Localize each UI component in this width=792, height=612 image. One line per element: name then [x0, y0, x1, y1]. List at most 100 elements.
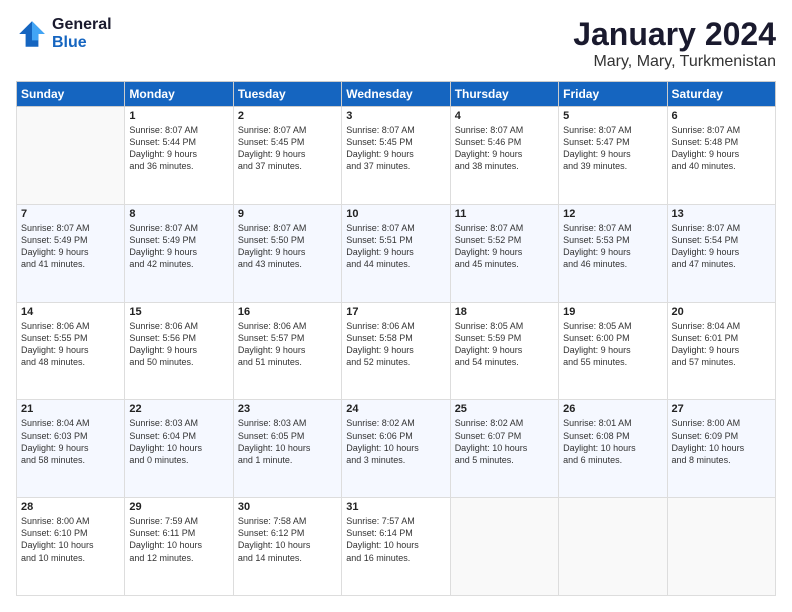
day-number: 31: [346, 501, 445, 513]
day-info: Sunrise: 7:59 AMSunset: 6:11 PMDaylight:…: [129, 515, 228, 564]
table-row: 21 Sunrise: 8:04 AMSunset: 6:03 PMDayligh…: [17, 400, 125, 498]
day-info: Sunrise: 8:06 AMSunset: 5:55 PMDaylight:…: [21, 320, 120, 369]
table-row: [667, 498, 775, 596]
table-row: 11 Sunrise: 8:07 AMSunset: 5:52 PMDayligh…: [450, 204, 558, 302]
day-number: 3: [346, 110, 445, 122]
table-row: 23Sunrise: 8:03 AMSunset: 6:05 PMDayligh…: [233, 400, 341, 498]
day-number: 9: [238, 208, 337, 220]
day-number: 7: [21, 208, 120, 220]
day-info: Sunrise: 8:02 AMSunset: 6:07 PMDaylight:…: [455, 417, 554, 466]
day-number: 22: [129, 403, 228, 415]
day-info: Sunrise: 8:06 AMSunset: 5:57 PMDaylight:…: [238, 320, 337, 369]
table-row: [17, 107, 125, 205]
col-monday: Monday: [125, 82, 233, 107]
table-row: 24Sunrise: 8:02 AMSunset: 6:06 PMDayligh…: [342, 400, 450, 498]
day-number: 19: [563, 306, 662, 318]
col-sunday: Sunday: [17, 82, 125, 107]
day-number: 20: [672, 306, 771, 318]
day-number: 1: [129, 110, 228, 122]
day-number: 13: [672, 208, 771, 220]
table-row: 14Sunrise: 8:06 AMSunset: 5:55 PMDayligh…: [17, 302, 125, 400]
day-info: Sunrise: 8:07 AMSunset: 5:48 PMDaylight:…: [672, 124, 771, 173]
day-info: Sunrise: 8:05 AMSunset: 6:00 PMDaylight:…: [563, 320, 662, 369]
day-info: Sunrise: 8:00 AMSunset: 6:09 PMDaylight:…: [672, 417, 771, 466]
calendar-week-row: 14Sunrise: 8:06 AMSunset: 5:55 PMDayligh…: [17, 302, 776, 400]
table-row: 15 Sunrise: 8:06 AMSunset: 5:56 PMDayligh…: [125, 302, 233, 400]
col-friday: Friday: [559, 82, 667, 107]
day-number: 17: [346, 306, 445, 318]
day-number: 21: [21, 403, 120, 415]
table-row: 5 Sunrise: 8:07 AMSunset: 5:47 PMDaylight…: [559, 107, 667, 205]
table-row: [450, 498, 558, 596]
day-info: Sunrise: 8:00 AMSunset: 6:10 PMDaylight:…: [21, 515, 120, 564]
day-info: Sunrise: 8:02 AMSunset: 6:06 PMDaylight:…: [346, 417, 445, 466]
month-title: January 2024: [573, 16, 776, 53]
day-number: 18: [455, 306, 554, 318]
day-info: Sunrise: 8:07 AMSunset: 5:54 PMDaylight:…: [672, 222, 771, 271]
day-info: Sunrise: 7:57 AMSunset: 6:14 PMDaylight:…: [346, 515, 445, 564]
table-row: [559, 498, 667, 596]
col-tuesday: Tuesday: [233, 82, 341, 107]
day-number: 8: [129, 208, 228, 220]
calendar-table: Sunday Monday Tuesday Wednesday Thursday…: [16, 81, 776, 596]
calendar-week-row: 1 Sunrise: 8:07 AMSunset: 5:44 PMDaylight…: [17, 107, 776, 205]
day-info: Sunrise: 8:07 AMSunset: 5:51 PMDaylight:…: [346, 222, 445, 271]
page-header: General Blue January 2024 Mary, Mary, Tu…: [16, 16, 776, 71]
day-info: Sunrise: 8:07 AMSunset: 5:53 PMDaylight:…: [563, 222, 662, 271]
day-number: 11: [455, 208, 554, 220]
logo-line2: Blue: [52, 34, 112, 52]
col-wednesday: Wednesday: [342, 82, 450, 107]
day-info: Sunrise: 8:01 AMSunset: 6:08 PMDaylight:…: [563, 417, 662, 466]
day-info: Sunrise: 8:04 AMSunset: 6:03 PMDaylight:…: [21, 417, 120, 466]
day-info: Sunrise: 8:07 AMSunset: 5:49 PMDaylight:…: [129, 222, 228, 271]
col-thursday: Thursday: [450, 82, 558, 107]
day-info: Sunrise: 7:58 AMSunset: 6:12 PMDaylight:…: [238, 515, 337, 564]
day-number: 26: [563, 403, 662, 415]
day-number: 15: [129, 306, 228, 318]
logo-text: General Blue: [52, 16, 112, 52]
col-saturday: Saturday: [667, 82, 775, 107]
table-row: 20Sunrise: 8:04 AMSunset: 6:01 PMDayligh…: [667, 302, 775, 400]
day-info: Sunrise: 8:03 AMSunset: 6:04 PMDaylight:…: [129, 417, 228, 466]
day-info: Sunrise: 8:07 AMSunset: 5:47 PMDaylight:…: [563, 124, 662, 173]
day-number: 16: [238, 306, 337, 318]
table-row: 7Sunrise: 8:07 AMSunset: 5:49 PMDaylight…: [17, 204, 125, 302]
table-row: 18 Sunrise: 8:05 AMSunset: 5:59 PMDayligh…: [450, 302, 558, 400]
logo-icon: [16, 18, 48, 50]
calendar-week-row: 28 Sunrise: 8:00 AMSunset: 6:10 PMDayligh…: [17, 498, 776, 596]
table-row: 1 Sunrise: 8:07 AMSunset: 5:44 PMDaylight…: [125, 107, 233, 205]
table-row: 2Sunrise: 8:07 AMSunset: 5:45 PMDaylight…: [233, 107, 341, 205]
table-row: 19 Sunrise: 8:05 AMSunset: 6:00 PMDayligh…: [559, 302, 667, 400]
day-number: 27: [672, 403, 771, 415]
table-row: 27 Sunrise: 8:00 AMSunset: 6:09 PMDayligh…: [667, 400, 775, 498]
table-row: 26 Sunrise: 8:01 AMSunset: 6:08 PMDayligh…: [559, 400, 667, 498]
logo-line1: General: [52, 16, 112, 34]
day-number: 30: [238, 501, 337, 513]
day-info: Sunrise: 8:07 AMSunset: 5:44 PMDaylight:…: [129, 124, 228, 173]
calendar-page: General Blue January 2024 Mary, Mary, Tu…: [0, 0, 792, 612]
table-row: 10 Sunrise: 8:07 AMSunset: 5:51 PMDayligh…: [342, 204, 450, 302]
table-row: 28 Sunrise: 8:00 AMSunset: 6:10 PMDayligh…: [17, 498, 125, 596]
table-row: 8 Sunrise: 8:07 AMSunset: 5:49 PMDaylight…: [125, 204, 233, 302]
table-row: 31 Sunrise: 7:57 AMSunset: 6:14 PMDayligh…: [342, 498, 450, 596]
table-row: 17Sunrise: 8:06 AMSunset: 5:58 PMDayligh…: [342, 302, 450, 400]
table-row: 22 Sunrise: 8:03 AMSunset: 6:04 PMDayligh…: [125, 400, 233, 498]
day-number: 23: [238, 403, 337, 415]
day-number: 5: [563, 110, 662, 122]
calendar-week-row: 21 Sunrise: 8:04 AMSunset: 6:03 PMDayligh…: [17, 400, 776, 498]
day-number: 28: [21, 501, 120, 513]
day-number: 6: [672, 110, 771, 122]
logo: General Blue: [16, 16, 112, 52]
day-info: Sunrise: 8:06 AMSunset: 5:56 PMDaylight:…: [129, 320, 228, 369]
calendar-header-row: Sunday Monday Tuesday Wednesday Thursday…: [17, 82, 776, 107]
table-row: 13 Sunrise: 8:07 AMSunset: 5:54 PMDayligh…: [667, 204, 775, 302]
day-number: 10: [346, 208, 445, 220]
day-number: 2: [238, 110, 337, 122]
day-info: Sunrise: 8:05 AMSunset: 5:59 PMDaylight:…: [455, 320, 554, 369]
day-info: Sunrise: 8:07 AMSunset: 5:46 PMDaylight:…: [455, 124, 554, 173]
day-number: 4: [455, 110, 554, 122]
day-info: Sunrise: 8:07 AMSunset: 5:52 PMDaylight:…: [455, 222, 554, 271]
calendar-week-row: 7 Sunrise: 8:07 AMSunset: 5:49 PMDaylight…: [17, 204, 776, 302]
day-info: Sunrise: 8:07 AMSunset: 5:45 PMDaylight:…: [346, 124, 445, 173]
table-row: 30 Sunrise: 7:58 AMSunset: 6:12 PMDayligh…: [233, 498, 341, 596]
